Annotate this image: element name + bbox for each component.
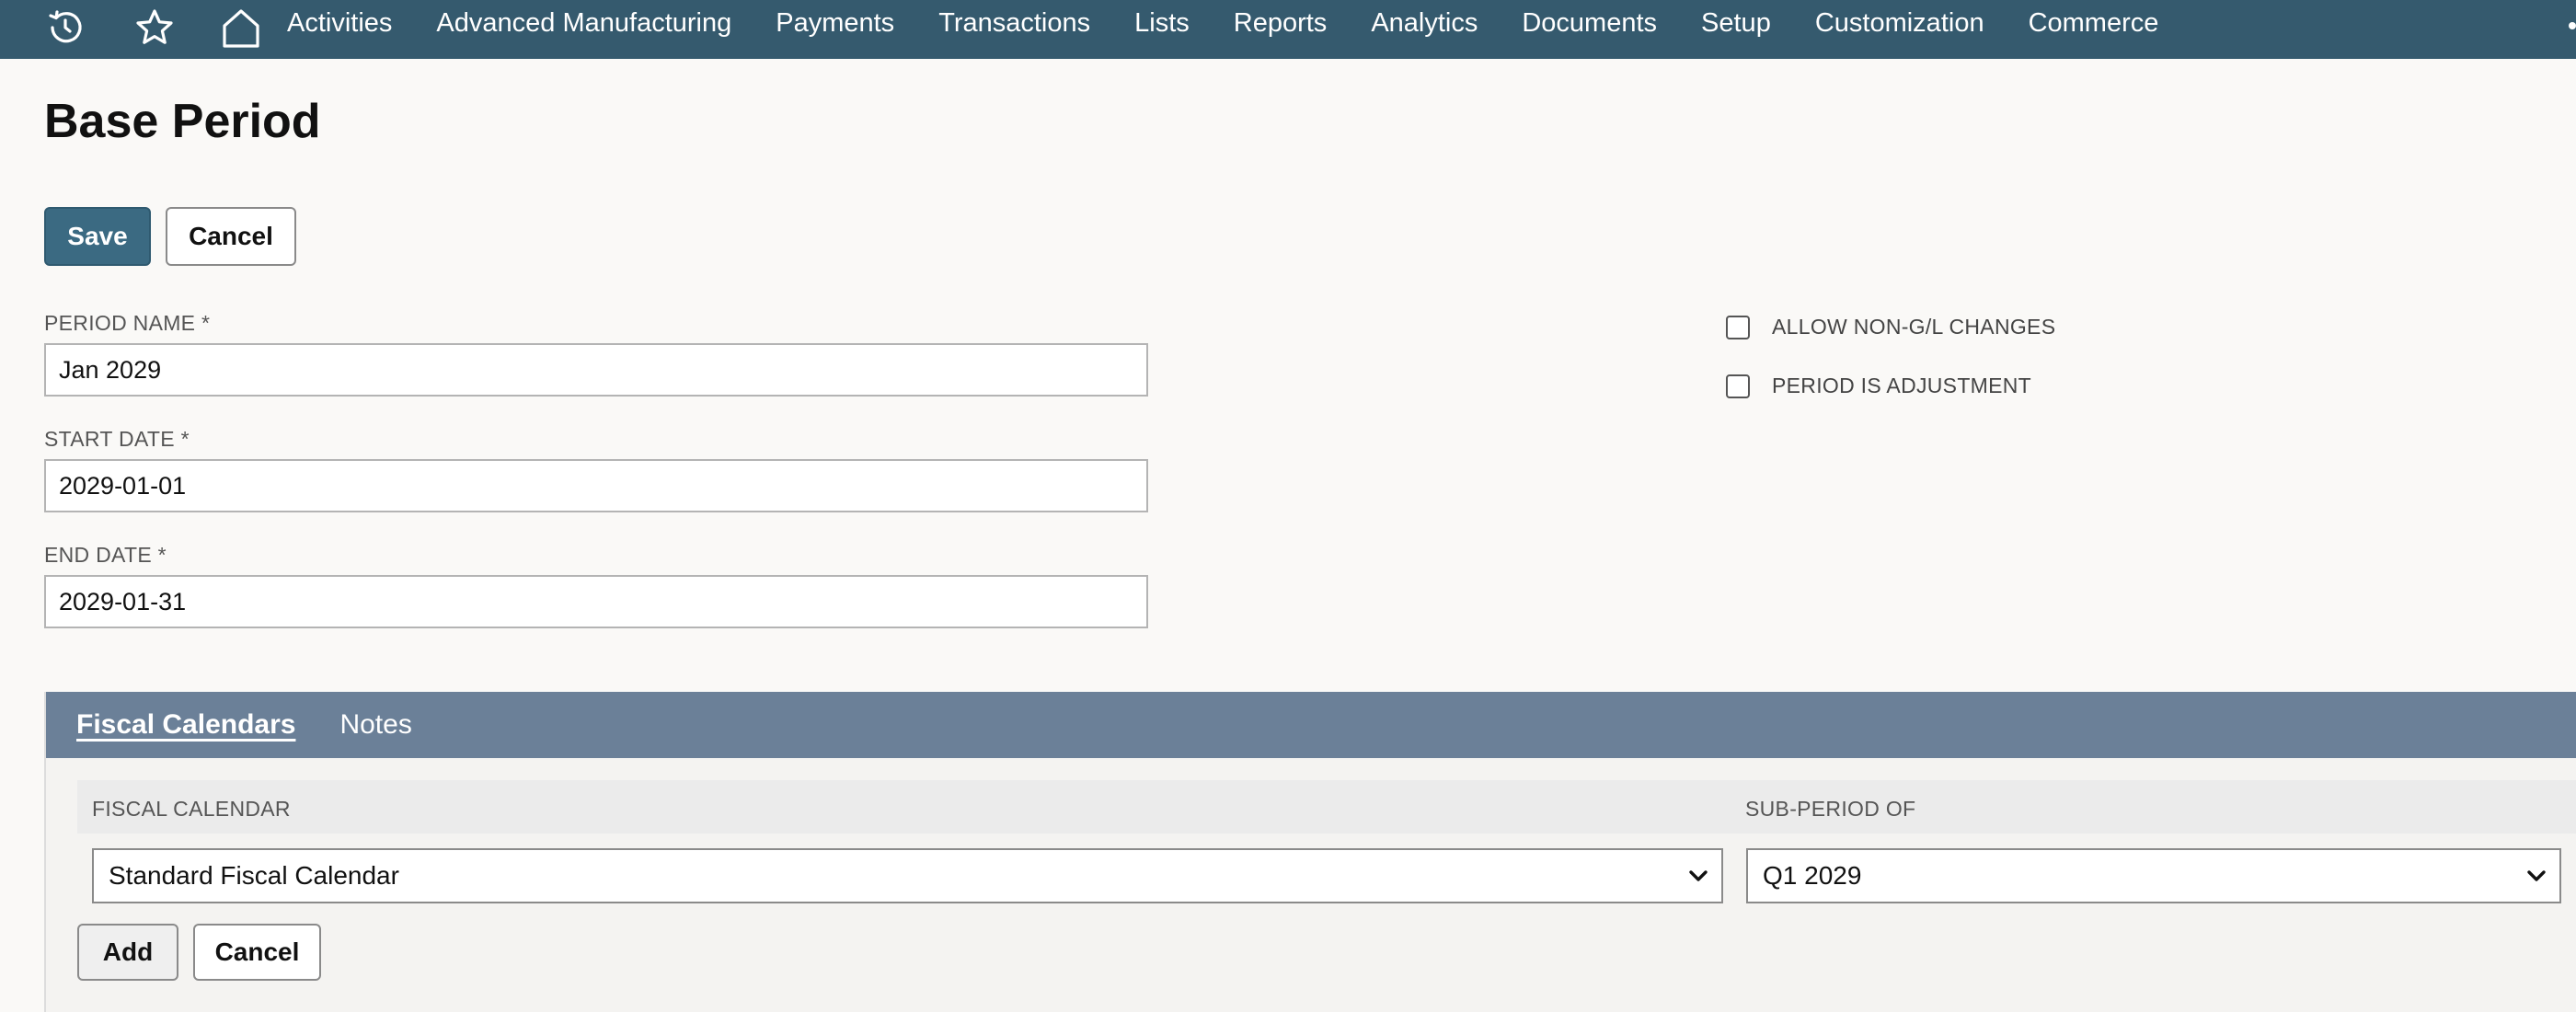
nav-item-lists[interactable]: Lists — [1134, 8, 1190, 39]
nav-item-documents[interactable]: Documents — [1522, 8, 1657, 39]
period-name-label: PERIOD NAME * — [44, 311, 211, 335]
tab-fiscal-calendars[interactable]: Fiscal Calendars — [76, 709, 295, 741]
nav-item-commerce[interactable]: Commerce — [2029, 8, 2159, 39]
allow-non-gl-changes-checkbox[interactable] — [1726, 315, 1750, 339]
allow-non-gl-changes-label: ALLOW NON-G/L CHANGES — [1772, 315, 2056, 339]
nav-item-analytics[interactable]: Analytics — [1371, 8, 1478, 39]
end-date-label: END DATE * — [44, 543, 167, 567]
fiscal-calendar-select-value: Standard Fiscal Calendar — [109, 861, 399, 890]
nav-item-payments[interactable]: Payments — [776, 8, 894, 39]
star-icon[interactable] — [131, 4, 178, 52]
nav-item-customization[interactable]: Customization — [1815, 8, 1984, 39]
nav-item-transactions[interactable]: Transactions — [938, 8, 1090, 39]
start-date-input[interactable]: 2029-01-01 — [44, 459, 1148, 512]
overflow-menu-icon[interactable] — [2569, 22, 2576, 29]
grid-header: FISCAL CALENDAR SUB-PERIOD OF — [77, 780, 2576, 834]
chevron-down-icon — [2527, 870, 2546, 881]
main-menu: Activities Advanced Manufacturing Paymen… — [287, 0, 2202, 46]
add-row-button[interactable]: Add — [77, 924, 178, 981]
sub-period-of-select[interactable]: Q1 2029 — [1746, 848, 2561, 903]
start-date-label: START DATE * — [44, 427, 190, 451]
sub-period-of-select-value: Q1 2029 — [1763, 861, 1862, 890]
allow-non-gl-changes-row: ALLOW NON-G/L CHANGES — [1726, 315, 2055, 339]
subtab-panel: Fiscal Calendars Notes FISCAL CALENDAR S… — [44, 692, 2576, 1012]
nav-item-advanced-manufacturing[interactable]: Advanced Manufacturing — [436, 8, 731, 39]
cancel-button[interactable]: Cancel — [166, 207, 296, 266]
history-icon[interactable] — [41, 4, 89, 52]
column-header-sub-period-of: SUB-PERIOD OF — [1745, 797, 1916, 821]
period-is-adjustment-row: PERIOD IS ADJUSTMENT — [1726, 374, 2031, 398]
subtab-bar: Fiscal Calendars Notes — [46, 692, 2576, 758]
period-is-adjustment-checkbox[interactable] — [1726, 374, 1750, 398]
home-icon[interactable] — [217, 4, 265, 52]
column-header-fiscal-calendar: FISCAL CALENDAR — [92, 797, 291, 821]
period-is-adjustment-label: PERIOD IS ADJUSTMENT — [1772, 374, 2032, 397]
nav-item-reports[interactable]: Reports — [1234, 8, 1328, 39]
nav-item-activities[interactable]: Activities — [287, 8, 392, 39]
end-date-input[interactable]: 2029-01-31 — [44, 575, 1148, 628]
fiscal-calendar-select[interactable]: Standard Fiscal Calendar — [92, 848, 1723, 903]
chevron-down-icon — [1689, 870, 1708, 881]
nav-item-setup[interactable]: Setup — [1701, 8, 1771, 39]
page-title: Base Period — [44, 95, 321, 148]
period-name-input[interactable]: Jan 2029 — [44, 343, 1148, 397]
tab-notes[interactable]: Notes — [339, 709, 411, 741]
top-navigation-bar: Activities Advanced Manufacturing Paymen… — [0, 0, 2576, 59]
save-button[interactable]: Save — [44, 207, 151, 266]
cancel-row-button[interactable]: Cancel — [193, 924, 321, 981]
